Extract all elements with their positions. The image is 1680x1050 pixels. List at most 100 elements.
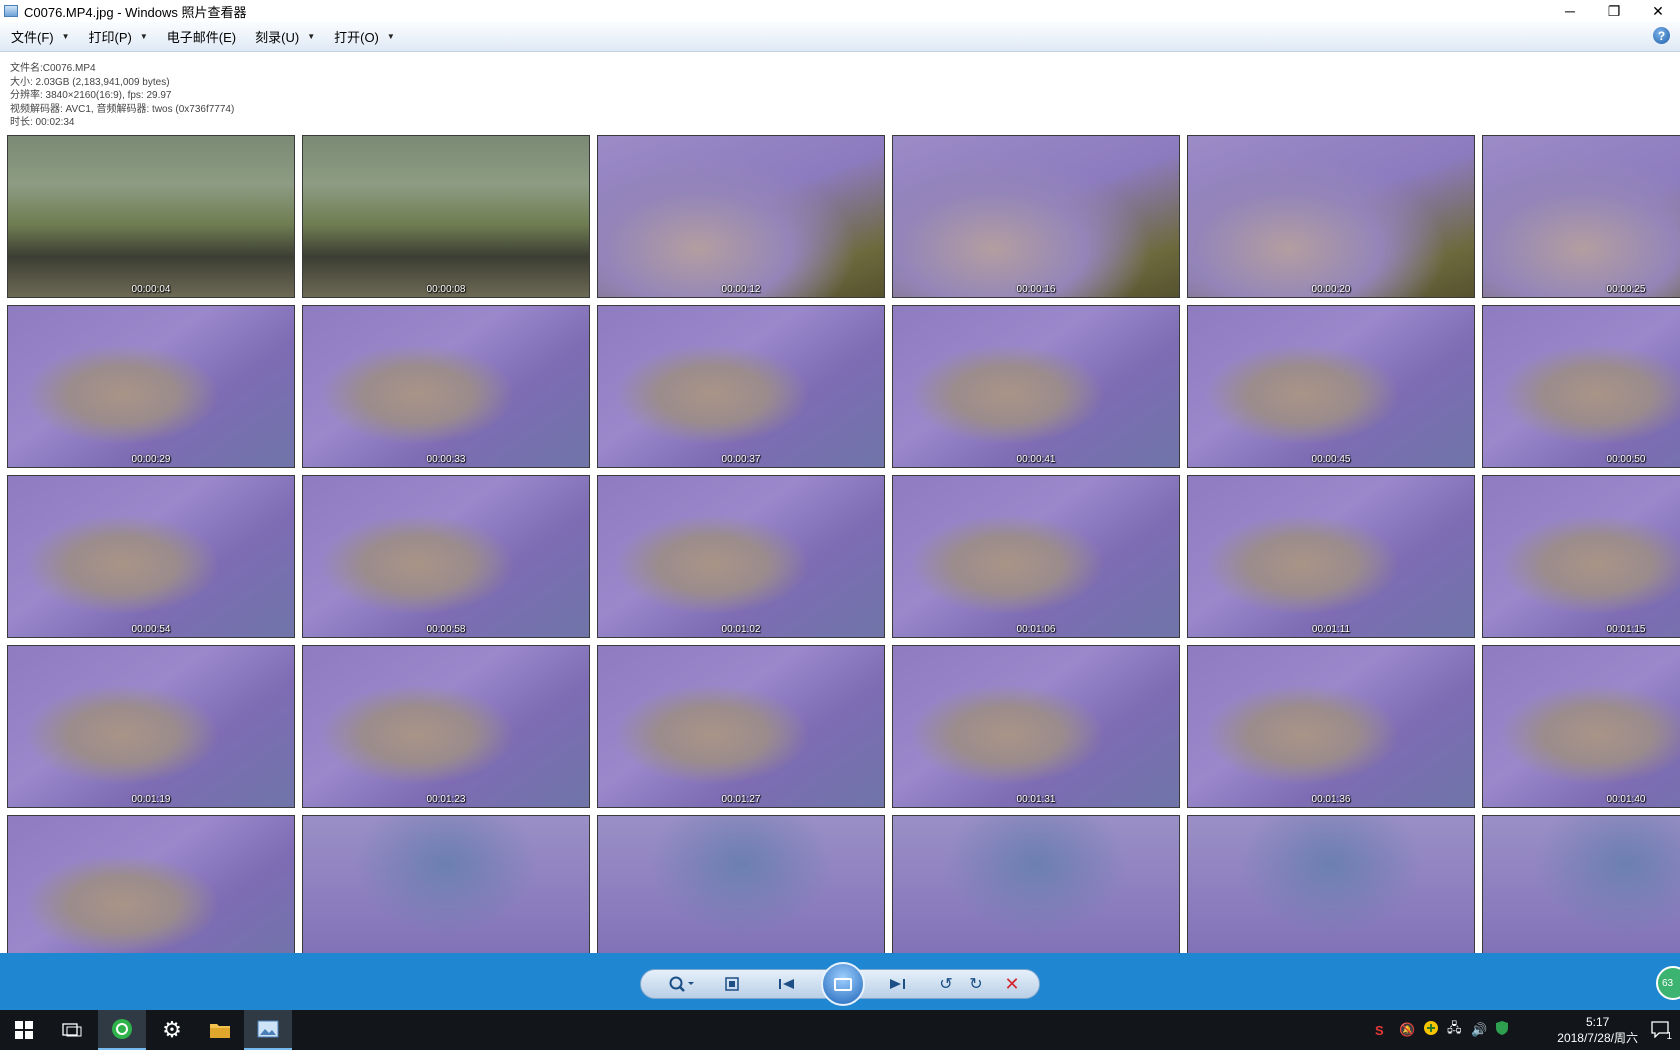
thumbnail[interactable]: 00:00:04	[7, 135, 295, 298]
thumbnail-timestamp: 00:01:27	[721, 794, 761, 805]
thumbnail-timestamp: 00:00:54	[131, 624, 171, 635]
thumbnail[interactable]: 00:01:15	[1482, 475, 1680, 638]
thumbnail[interactable]: 00:00:33	[302, 305, 590, 468]
thumbnail[interactable]: 00:01:40	[1482, 645, 1680, 808]
chevron-down-icon: ▼	[307, 32, 316, 41]
thumbnail-timestamp: 00:01:06	[1016, 624, 1056, 635]
thumbnail-timestamp: 00:00:08	[426, 284, 466, 295]
thumbnail[interactable]: 00:00:08	[302, 135, 590, 298]
clock[interactable]: 5:17 2018/7/28/周六	[1557, 1014, 1638, 1046]
taskbar-app-browser[interactable]	[98, 1010, 146, 1050]
thumbnail-timestamp: 00:00:41	[1016, 454, 1056, 465]
window-title: C0076.MP4.jpg - Windows 照片查看器	[24, 4, 247, 20]
thumbnail[interactable]: 00:01:27	[597, 645, 885, 808]
folder-icon	[210, 1024, 230, 1038]
restore-button[interactable]: ❐	[1592, 0, 1636, 22]
thumbnail-timestamp: 00:00:20	[1311, 284, 1351, 295]
thumbnail[interactable]: 00:00:41	[892, 305, 1180, 468]
title-bar: C0076.MP4.jpg - Windows 照片查看器 ─ ❐ ✕	[0, 0, 1680, 22]
thumbnail[interactable]: 00:01:36	[1187, 645, 1475, 808]
rotate-right-icon[interactable]: ↻	[961, 970, 991, 998]
start-button[interactable]	[0, 1010, 48, 1050]
clock-date: 2018/7/28/周六	[1557, 1031, 1638, 1045]
thumbnail-timestamp: 00:00:37	[721, 454, 761, 465]
app-plus-icon[interactable]	[1423, 1020, 1447, 1041]
thumbnail[interactable]: 00:01:31	[892, 645, 1180, 808]
menu-file-label: 文件(F)	[11, 30, 54, 45]
rotate-left-icon[interactable]: ↺	[931, 970, 961, 998]
thumbnail[interactable]	[1187, 815, 1475, 953]
clock-time: 5:17	[1585, 1015, 1610, 1029]
taskbar-app-explorer[interactable]	[196, 1010, 244, 1050]
close-button[interactable]: ✕	[1636, 0, 1680, 22]
zoom-icon[interactable]	[661, 970, 701, 998]
gear-icon: ⚙	[162, 1017, 182, 1042]
actual-size-icon[interactable]	[717, 970, 747, 998]
task-view-icon	[62, 1023, 82, 1037]
network-icon[interactable]: 🖧	[1447, 1019, 1471, 1041]
taskbar: ⚙ S 🔕 🖧 🔊 5:17 2018/7/28/周六 1	[0, 1010, 1680, 1050]
next-icon[interactable]	[871, 970, 923, 998]
thumbnail-timestamp: 00:00:50	[1606, 454, 1646, 465]
help-icon[interactable]: ?	[1653, 27, 1670, 44]
photo-viewer-app-icon[interactable]	[4, 5, 18, 17]
thumbnail[interactable]	[1482, 815, 1680, 953]
thumbnail-timestamp: 00:01:02	[721, 624, 761, 635]
task-view-button[interactable]	[48, 1010, 96, 1050]
menu-email[interactable]: 电子邮件(E)	[156, 22, 244, 51]
thumbnail[interactable]	[302, 815, 590, 953]
mute-notification-icon[interactable]: 🔕	[1399, 1022, 1423, 1038]
taskbar-app-photo-viewer[interactable]	[244, 1010, 292, 1050]
thumbnail-timestamp: 00:01:15	[1606, 624, 1646, 635]
thumbnail-timestamp: 00:00:29	[131, 454, 171, 465]
thumbnail[interactable]: 00:00:12	[597, 135, 885, 298]
thumbnail[interactable]: 00:00:45	[1187, 305, 1475, 468]
menu-file[interactable]: 文件(F) ▼	[0, 22, 78, 51]
thumbnail[interactable]: 00:00:29	[7, 305, 295, 468]
thumbnail[interactable]: 00:01:23	[302, 645, 590, 808]
thumbnail[interactable]: 00:00:37	[597, 305, 885, 468]
thumbnail-timestamp: 00:01:36	[1311, 794, 1351, 805]
sogou-ime-icon[interactable]: S	[1375, 1023, 1399, 1038]
thumbnail[interactable]	[597, 815, 885, 953]
thumbnail[interactable]: 00:00:16	[892, 135, 1180, 298]
action-center-icon[interactable]: 1	[1650, 1020, 1672, 1042]
previous-icon[interactable]	[761, 970, 813, 998]
thumbnail-timestamp: 00:00:12	[721, 284, 761, 295]
info-filename: 文件名:C0076.MP4	[10, 63, 96, 74]
floating-badge[interactable]: 63	[1656, 966, 1680, 1000]
video-info: 文件名:C0076.MP4 大小: 2.03GB (2,183,941,009 …	[10, 62, 234, 130]
menu-print[interactable]: 打印(P) ▼	[78, 22, 156, 51]
playback-controls: ↺ ↻ ✕	[640, 962, 1040, 1006]
chevron-down-icon: ▼	[61, 32, 70, 41]
thumbnail-grid: 00:00:04 00:00:08 00:00:12 00:00:16 00:00:20…	[7, 135, 1680, 953]
thumbnail[interactable]	[892, 815, 1180, 953]
delete-icon[interactable]: ✕	[997, 970, 1027, 998]
menu-bar: 文件(F) ▼ 打印(P) ▼ 电子邮件(E) 刻录(U) ▼ 打开(O) ▼ ?	[0, 22, 1680, 52]
chevron-down-icon: ▼	[139, 32, 148, 41]
minimize-button[interactable]: ─	[1548, 0, 1592, 22]
volume-icon[interactable]: 🔊	[1471, 1022, 1495, 1038]
security-shield-icon[interactable]	[1495, 1020, 1519, 1041]
menu-burn[interactable]: 刻录(U) ▼	[244, 22, 323, 51]
thumbnail[interactable]: 00:01:11	[1187, 475, 1475, 638]
thumbnail[interactable]: 00:00:20	[1187, 135, 1475, 298]
photo-viewer-icon	[257, 1020, 279, 1038]
thumbnail[interactable]	[7, 815, 295, 953]
thumbnail-timestamp: 00:00:16	[1016, 284, 1056, 295]
thumbnail[interactable]: 00:01:02	[597, 475, 885, 638]
thumbnail[interactable]: 00:00:58	[302, 475, 590, 638]
slideshow-button[interactable]	[821, 962, 865, 1006]
taskbar-app-settings[interactable]: ⚙	[148, 1010, 196, 1050]
thumbnail[interactable]: 00:01:06	[892, 475, 1180, 638]
thumbnail[interactable]: 00:00:25	[1482, 135, 1680, 298]
thumbnail[interactable]: 00:00:50	[1482, 305, 1680, 468]
thumbnail-timestamp: 00:00:45	[1311, 454, 1351, 465]
thumbnail-timestamp: 00:01:40	[1606, 794, 1646, 805]
menu-open[interactable]: 打开(O) ▼	[323, 22, 403, 51]
info-size: 大小: 2.03GB (2,183,941,009 bytes)	[10, 76, 170, 88]
menu-email-label: 电子邮件(E)	[166, 30, 237, 45]
thumbnail[interactable]: 00:01:19	[7, 645, 295, 808]
thumbnail[interactable]: 00:00:54	[7, 475, 295, 638]
thumbnail-timestamp: 00:01:19	[131, 794, 171, 805]
